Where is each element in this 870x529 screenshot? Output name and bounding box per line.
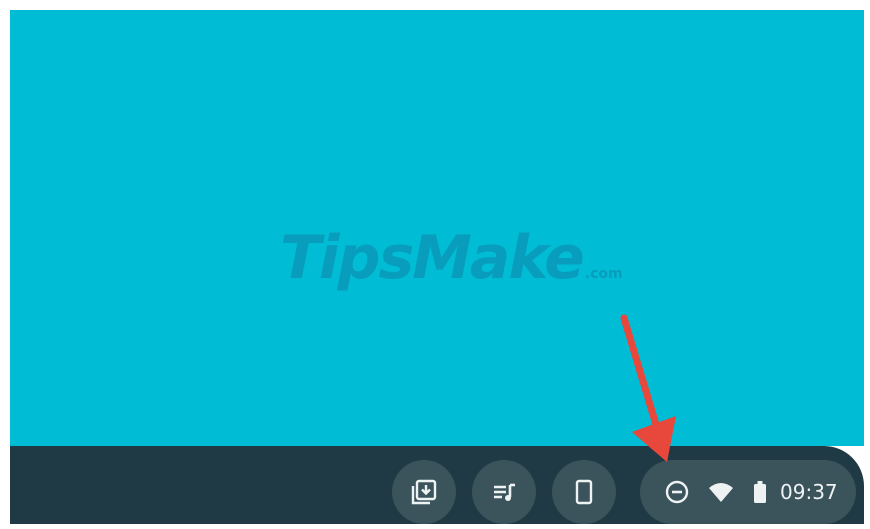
- watermark-brand: TipsMake: [280, 223, 585, 293]
- watermark-suffix: .com: [584, 266, 623, 282]
- media-controls-button[interactable]: [472, 460, 536, 524]
- watermark: TipsMake .com: [280, 228, 623, 288]
- phone-hub-button[interactable]: [552, 460, 616, 524]
- downloads-button[interactable]: [392, 460, 456, 524]
- screenshot: TipsMake .com 09:37: [0, 0, 870, 529]
- battery-icon: [748, 477, 772, 507]
- phone-icon: [575, 479, 593, 505]
- do-not-disturb-icon: [662, 477, 692, 507]
- desktop-wallpaper[interactable]: TipsMake .com: [10, 10, 864, 446]
- download-icon: [411, 479, 437, 505]
- clock[interactable]: 09:37: [780, 477, 852, 507]
- playlist-icon: [494, 483, 515, 501]
- wifi-icon: [706, 477, 736, 507]
